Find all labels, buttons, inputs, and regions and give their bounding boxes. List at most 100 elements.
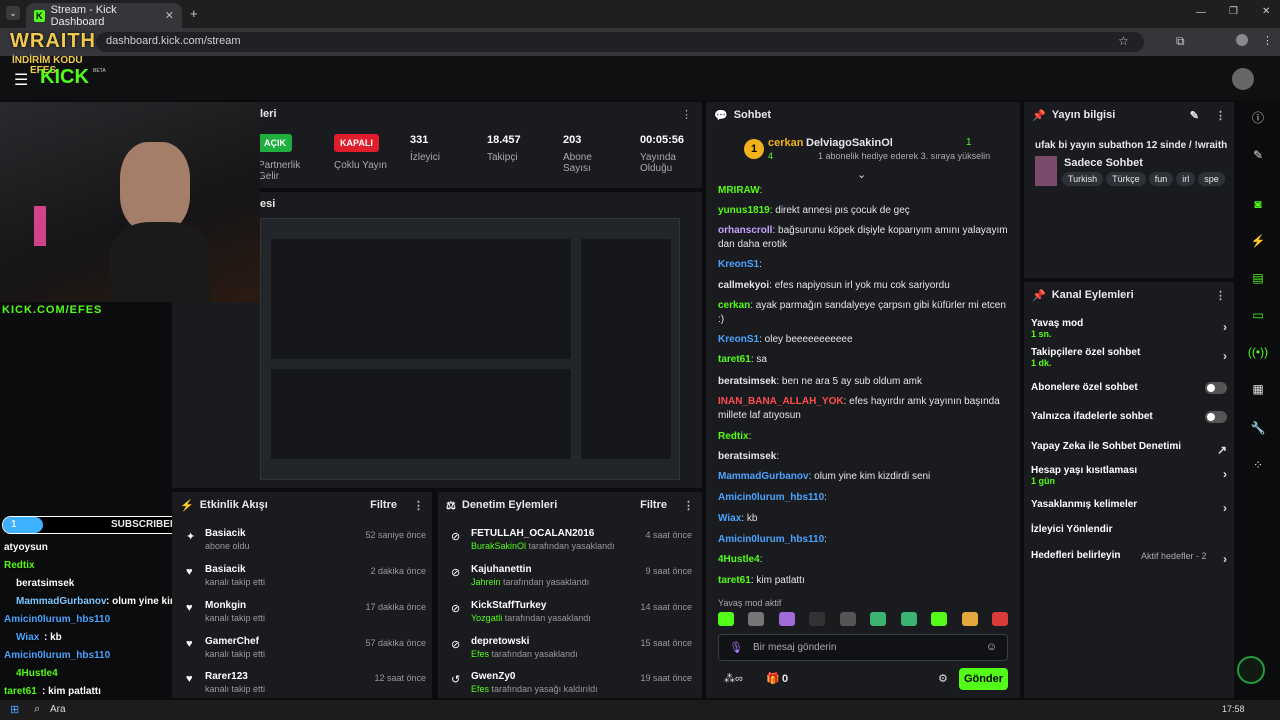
- refresh-status-icon[interactable]: [1237, 656, 1265, 684]
- gift-icon[interactable]: 🎁: [766, 672, 780, 685]
- bookmark-star-icon[interactable]: ☆: [1118, 34, 1129, 48]
- browser-tab[interactable]: K Stream - Kick Dashboard ✕: [26, 3, 182, 28]
- emote[interactable]: [778, 612, 795, 626]
- ai-moderation-action[interactable]: Yapay Zeka ile Sohbet Denetimi ↗: [1031, 441, 1227, 457]
- browser-menu-icon[interactable]: ⋮: [1262, 34, 1273, 47]
- kick-logo[interactable]: KICK: [40, 66, 89, 89]
- moderation-menu-icon[interactable]: ⋮: [683, 499, 694, 512]
- chat-username[interactable]: callmekyoi: [718, 280, 769, 291]
- chat-input-box[interactable]: 🎙 Bir mesaj gönderin ☺: [718, 634, 1008, 661]
- taskbar-search-label[interactable]: Ara: [50, 704, 66, 715]
- layout-icon[interactable]: ▦: [1246, 377, 1270, 401]
- activity-filter-button[interactable]: Filtre: [370, 499, 397, 511]
- microphone-icon[interactable]: 🎙: [729, 641, 743, 654]
- chat-username[interactable]: yunus1819: [718, 205, 770, 216]
- close-tab-icon[interactable]: ✕: [165, 9, 174, 22]
- gift-leader-user[interactable]: DelviagoSakinOl: [806, 137, 893, 149]
- new-tab-icon[interactable]: +: [190, 6, 198, 21]
- send-button[interactable]: Gönder: [959, 668, 1008, 690]
- chat-username[interactable]: Amicin0lurum_hbs110: [718, 534, 824, 545]
- subscribers-only-toggle[interactable]: [1205, 382, 1227, 394]
- chat-username[interactable]: MRIRAW: [718, 185, 760, 196]
- chat-username[interactable]: Redtix: [718, 431, 749, 442]
- user-avatar[interactable]: [1232, 68, 1254, 90]
- banned-words-action[interactable]: Yasaklanmış kelimeler ›: [1031, 499, 1227, 515]
- menu-icon[interactable]: ☰: [14, 70, 28, 90]
- document-icon[interactable]: ▤: [1246, 266, 1270, 290]
- emote[interactable]: [839, 612, 856, 626]
- activity-row[interactable]: ♥ Monkgin kanalı takip etti 17 dakika önce: [186, 600, 426, 632]
- edit-icon[interactable]: ✎: [1190, 109, 1199, 122]
- windows-start-icon[interactable]: ⊞: [10, 703, 19, 716]
- profile-avatar[interactable]: [1236, 34, 1248, 46]
- url-field[interactable]: dashboard.kick.com/stream: [96, 32, 1144, 52]
- tag[interactable]: spe: [1198, 172, 1225, 186]
- info-icon[interactable]: ⓘ: [1246, 106, 1270, 130]
- chat-username[interactable]: KreonS1: [718, 334, 759, 345]
- emote[interactable]: [809, 612, 826, 626]
- moderation-row[interactable]: ⊘ Kajuhanettin Jahrein tarafından yasaklan…: [451, 564, 692, 596]
- tag[interactable]: Turkish: [1062, 172, 1104, 186]
- host-viewers-action[interactable]: İzleyici Yönlendir: [1031, 524, 1227, 535]
- subscribers-only-action[interactable]: Abonelere özel sohbet: [1031, 382, 1227, 394]
- moderation-row[interactable]: ↺ GwenZy0 Efes tarafından yasağı kaldırıld…: [451, 671, 692, 703]
- maximize-icon[interactable]: ❐: [1229, 6, 1238, 17]
- chat-settings-icon[interactable]: ⚙: [938, 672, 948, 685]
- tag[interactable]: irl: [1176, 172, 1196, 186]
- moderation-filter-button[interactable]: Filtre: [640, 499, 667, 511]
- collapse-leaderboard-icon[interactable]: ⌄: [857, 168, 866, 181]
- moderation-row[interactable]: ⊘ FETULLAH_OCALAN2016 BurakSakinOl tarafın…: [451, 528, 692, 560]
- category-name[interactable]: Sadece Sohbet: [1064, 157, 1143, 169]
- activity-row[interactable]: ♥ Rarer123 kanalı takip etti 12 saat önce: [186, 671, 426, 703]
- wrench-icon[interactable]: 🔧: [1246, 416, 1270, 440]
- emote[interactable]: [961, 612, 978, 626]
- chat-username[interactable]: beratsimsek: [718, 451, 776, 462]
- channel-actions-menu-icon[interactable]: ⋮: [1215, 289, 1226, 302]
- tab-list-icon[interactable]: ⌄: [6, 6, 20, 20]
- stream-preview-video[interactable]: [260, 218, 680, 480]
- chat-username[interactable]: 4Hustle4: [718, 554, 760, 565]
- activity-menu-icon[interactable]: ⋮: [413, 499, 424, 512]
- slow-mode-action[interactable]: Yavaş mod 1 sn. ›: [1031, 318, 1227, 339]
- broadcast-icon[interactable]: ((•)): [1246, 340, 1270, 364]
- tag[interactable]: fun: [1148, 172, 1174, 186]
- emote-only-action[interactable]: Yalnızca ifadelerle sohbet: [1031, 411, 1227, 423]
- set-goals-action[interactable]: Hedefleri belirleyin Aktif hedefler - 2 ›: [1031, 550, 1227, 566]
- emoji-icon[interactable]: ☺: [986, 641, 997, 653]
- chat-username[interactable]: Wiax: [718, 513, 741, 524]
- account-age-action[interactable]: Hesap yaşı kısıtlaması 1 gün ›: [1031, 465, 1227, 486]
- emote[interactable]: [991, 612, 1008, 626]
- flash-icon[interactable]: ⚡: [1246, 229, 1270, 253]
- activity-row[interactable]: ♥ GamerChef kanalı takip etti 57 dakika önc…: [186, 636, 426, 668]
- chat-username[interactable]: MammadGurbanov: [718, 471, 809, 482]
- chat-username[interactable]: KreonS1: [718, 259, 759, 270]
- taskbar-search-icon[interactable]: ⌕: [34, 703, 40, 716]
- pencil-icon[interactable]: ✎: [1246, 143, 1270, 167]
- camera-icon[interactable]: ◙: [1246, 192, 1270, 216]
- close-window-icon[interactable]: ✕: [1262, 6, 1270, 17]
- tag[interactable]: Türkçe: [1106, 172, 1146, 186]
- chat-username[interactable]: taret61: [718, 354, 751, 365]
- more-apps-icon[interactable]: ⁘: [1246, 453, 1270, 477]
- emote[interactable]: [718, 612, 734, 626]
- emote[interactable]: [931, 612, 948, 626]
- chat-username[interactable]: Amicin0lurum_hbs110: [718, 492, 824, 503]
- chat-icon[interactable]: ▭: [1246, 303, 1270, 327]
- chat-username[interactable]: orhanscroll: [718, 225, 772, 236]
- moderation-row[interactable]: ⊘ depretowski Efes tarafından yasaklandı 15…: [451, 636, 692, 668]
- emote[interactable]: [900, 612, 917, 626]
- emote[interactable]: [870, 612, 887, 626]
- minimize-icon[interactable]: —: [1196, 7, 1206, 18]
- moderation-row[interactable]: ⊘ KickStaffTurkey Yozgatli tarafından yasa…: [451, 600, 692, 632]
- emote-only-toggle[interactable]: [1205, 411, 1227, 423]
- extensions-icon[interactable]: ⧉: [1176, 34, 1185, 49]
- chat-username[interactable]: beratsimsek: [718, 376, 776, 387]
- chat-username[interactable]: taret61: [718, 575, 751, 586]
- chat-username[interactable]: cerkan: [718, 300, 750, 311]
- activity-row[interactable]: ♥ Basiacik kanalı takip etti 2 dakika önce: [186, 564, 426, 596]
- activity-row[interactable]: ✦ Basiacik abone oldu 52 saniye önce: [186, 528, 426, 560]
- chat-username[interactable]: INAN_BANA_ALLAH_YOK: [718, 396, 844, 407]
- stream-panel-menu-icon[interactable]: ⋮: [681, 108, 692, 121]
- followers-only-action[interactable]: Takipçilere özel sohbet 1 dk. ›: [1031, 347, 1227, 368]
- stream-info-menu-icon[interactable]: ⋮: [1215, 109, 1226, 122]
